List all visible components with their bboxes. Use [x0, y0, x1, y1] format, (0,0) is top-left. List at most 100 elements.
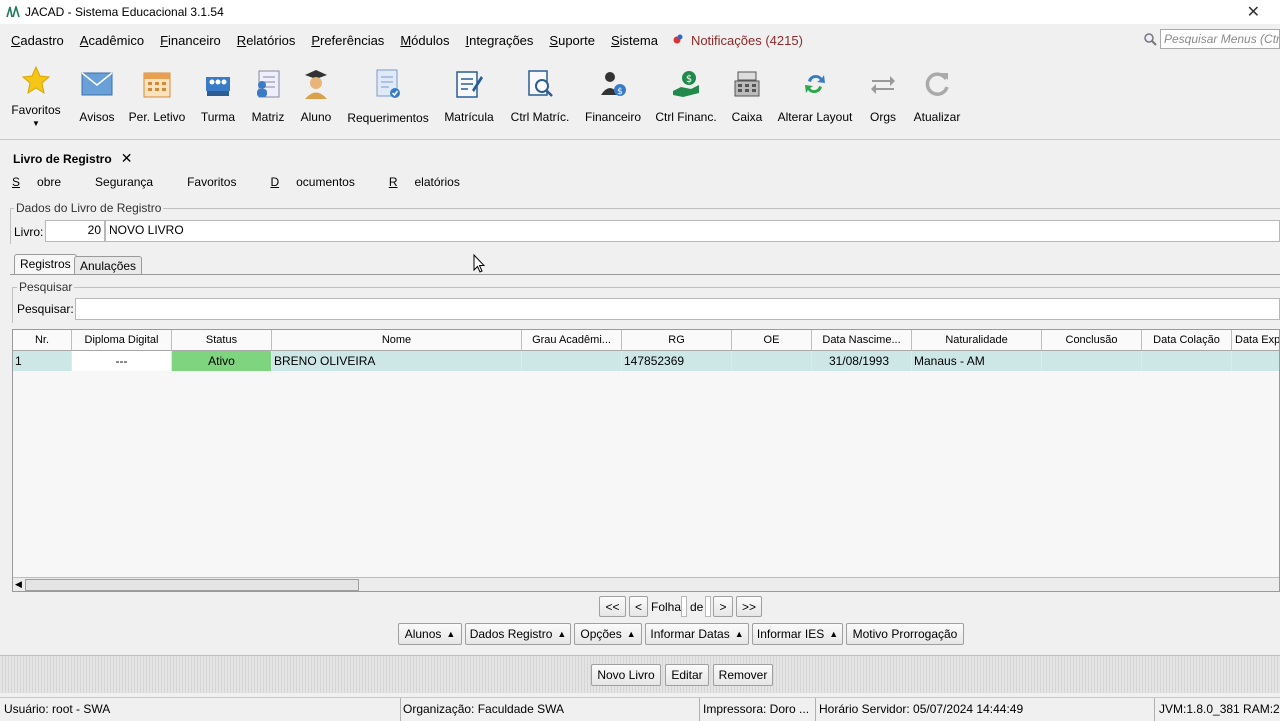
pesquisar-label: Pesquisar:	[17, 302, 74, 316]
submenu-sobre[interactable]: Sobre	[12, 175, 78, 189]
toolbar-favoritos[interactable]: Favoritos ▼	[8, 56, 64, 138]
submenu-favoritos[interactable]: Favoritos	[187, 175, 253, 189]
cell-nr: 1	[13, 351, 72, 371]
search-menus-input[interactable]: Pesquisar Menus (Ctrl+	[1160, 29, 1280, 49]
remover-button[interactable]: Remover	[713, 664, 773, 686]
notification-icon	[673, 34, 683, 44]
menu-modulos[interactable]: Módulos	[400, 33, 449, 48]
submenu-documentos[interactable]: Documentos	[270, 175, 371, 189]
scroll-left-icon[interactable]: ◀	[15, 579, 22, 590]
registros-table: Nr. Diploma Digital Status Nome Grau Aca…	[12, 329, 1280, 592]
tab-anulacoes[interactable]: Anulações	[74, 256, 143, 275]
window-close-button[interactable]: ✕	[1247, 2, 1260, 22]
toolbar-matriz[interactable]: Matriz	[248, 56, 288, 138]
page-prev-button[interactable]: <	[629, 596, 648, 617]
toolbar-financeiro[interactable]: $ Financeiro	[582, 56, 644, 138]
page-next-button[interactable]: >	[713, 596, 733, 617]
toolbar-requerimentos[interactable]: Requerimentos	[346, 56, 430, 138]
group-title-dados: Dados do Livro de Registro	[14, 201, 164, 215]
scrollbar-thumb[interactable]	[25, 579, 359, 591]
cell-status-badge: Ativo	[172, 351, 272, 371]
column-header-rg[interactable]: RG	[622, 330, 732, 351]
submenu-seguranca[interactable]: Segurança	[95, 175, 170, 189]
pesquisar-input[interactable]	[75, 298, 1280, 320]
menu-sistema[interactable]: Sistema	[611, 33, 658, 48]
chevron-down-icon: ▼	[32, 119, 40, 128]
informar-ies-dropdown-button[interactable]: Informar IES ▲	[752, 623, 843, 645]
menu-preferencias[interactable]: Preferências	[311, 33, 384, 48]
toolbar-turma[interactable]: Turma	[198, 56, 238, 138]
toolbar-matricula[interactable]: Matrícula	[442, 56, 496, 138]
chevron-up-icon: ▲	[446, 629, 456, 639]
alunos-dropdown-button[interactable]: Alunos ▲	[398, 623, 462, 645]
requirement-document-icon	[370, 66, 406, 102]
panel-close-button[interactable]: ✕	[121, 150, 133, 167]
menu-suporte[interactable]: Suporte	[549, 33, 595, 48]
column-header-diploma[interactable]: Diploma Digital	[72, 330, 172, 351]
toolbar-ctrl-financ[interactable]: $ Ctrl Financ.	[654, 56, 718, 138]
toolbar-ctrl-matric[interactable]: Ctrl Matríc.	[508, 56, 572, 138]
cell-oe	[732, 351, 812, 371]
cell-nome: BRENO OLIVEIRA	[272, 351, 522, 371]
column-header-data-nasc[interactable]: Data Nascime...	[812, 330, 912, 351]
motivo-prorrogacao-button[interactable]: Motivo Prorrogação	[846, 623, 964, 645]
notifications-link[interactable]: Notificações (4215)	[673, 33, 803, 48]
column-header-nome[interactable]: Nome	[272, 330, 522, 351]
status-jvm: JVM:1.8.0_381 RAM:261	[1159, 702, 1280, 716]
document-search-icon	[522, 66, 558, 102]
toolbar-separator	[0, 139, 1280, 140]
window-title: JACAD - Sistema Educacional 3.1.54	[25, 5, 224, 19]
toolbar-alterar-layout[interactable]: Alterar Layout	[776, 56, 854, 138]
toolbar-orgs[interactable]: Orgs	[864, 56, 902, 138]
page-last-button[interactable]: >>	[736, 596, 762, 617]
folha-label: Folha	[651, 600, 682, 614]
menu-financeiro[interactable]: Financeiro	[160, 33, 221, 48]
panel-tab-livro-registro[interactable]: Livro de Registro ✕	[13, 150, 132, 167]
envelope-icon	[79, 66, 115, 102]
horizontal-scrollbar[interactable]: ◀	[13, 577, 1279, 591]
informar-datas-dropdown-button[interactable]: Informar Datas ▲	[645, 623, 749, 645]
menu-cadastro[interactable]: Cadastro	[11, 33, 64, 48]
notifications-label: Notificações (4215)	[690, 32, 803, 48]
column-header-naturalidade[interactable]: Naturalidade	[912, 330, 1042, 351]
column-header-data-colacao[interactable]: Data Colação	[1142, 330, 1232, 351]
column-header-data-exp[interactable]: Data Exp.	[1232, 330, 1279, 351]
cell-rg: 147852369	[622, 351, 732, 371]
page-number-field[interactable]	[681, 596, 687, 617]
mouse-cursor-icon	[473, 254, 485, 273]
calendar-icon	[139, 66, 175, 102]
toolbar-caixa[interactable]: Caixa	[727, 56, 767, 138]
toolbar-aluno[interactable]: Aluno	[296, 56, 336, 138]
menu-integracoes[interactable]: Integrações	[465, 33, 533, 48]
group-title-pesquisar: Pesquisar	[17, 280, 75, 294]
toolbar-avisos[interactable]: Avisos	[77, 56, 117, 138]
submenu-relatorios[interactable]: Relatórios	[389, 175, 477, 189]
toolbar-atualizar[interactable]: Atualizar	[912, 56, 962, 138]
novo-livro-button[interactable]: Novo Livro	[591, 664, 661, 686]
pesquisar-border	[12, 287, 1280, 288]
livro-name-field[interactable]: NOVO LIVRO	[105, 220, 1280, 242]
column-header-nr[interactable]: Nr.	[13, 330, 72, 351]
menu-relatorios[interactable]: Relatórios	[237, 33, 296, 48]
page-first-button[interactable]: <<	[599, 596, 626, 617]
star-icon	[18, 62, 54, 98]
toolbar-per-letivo[interactable]: Per. Letivo	[128, 56, 186, 138]
menu-academico[interactable]: Acadêmico	[80, 33, 144, 48]
opcoes-dropdown-button[interactable]: Opções ▲	[574, 623, 642, 645]
column-header-status[interactable]: Status	[172, 330, 272, 351]
column-header-conclusao[interactable]: Conclusão	[1042, 330, 1142, 351]
chevron-up-icon: ▲	[734, 629, 744, 639]
editar-button[interactable]: Editar	[665, 664, 709, 686]
livro-number-field[interactable]: 20	[45, 220, 105, 242]
column-header-oe[interactable]: OE	[732, 330, 812, 351]
pesquisar-border-left	[12, 287, 13, 323]
svg-text:$: $	[617, 87, 623, 97]
column-header-grau[interactable]: Grau Acadêmi...	[522, 330, 622, 351]
tab-registros[interactable]: Registros	[14, 254, 77, 275]
refresh-icon	[919, 66, 955, 102]
dados-registro-dropdown-button[interactable]: Dados Registro ▲	[465, 623, 571, 645]
search-menus: Pesquisar Menus (Ctrl+	[1143, 29, 1280, 49]
cell-data-nasc: 31/08/1993	[812, 351, 912, 371]
status-organizacao: Organização: Faculdade SWA	[399, 698, 700, 721]
hand-money-icon: $	[668, 66, 704, 102]
